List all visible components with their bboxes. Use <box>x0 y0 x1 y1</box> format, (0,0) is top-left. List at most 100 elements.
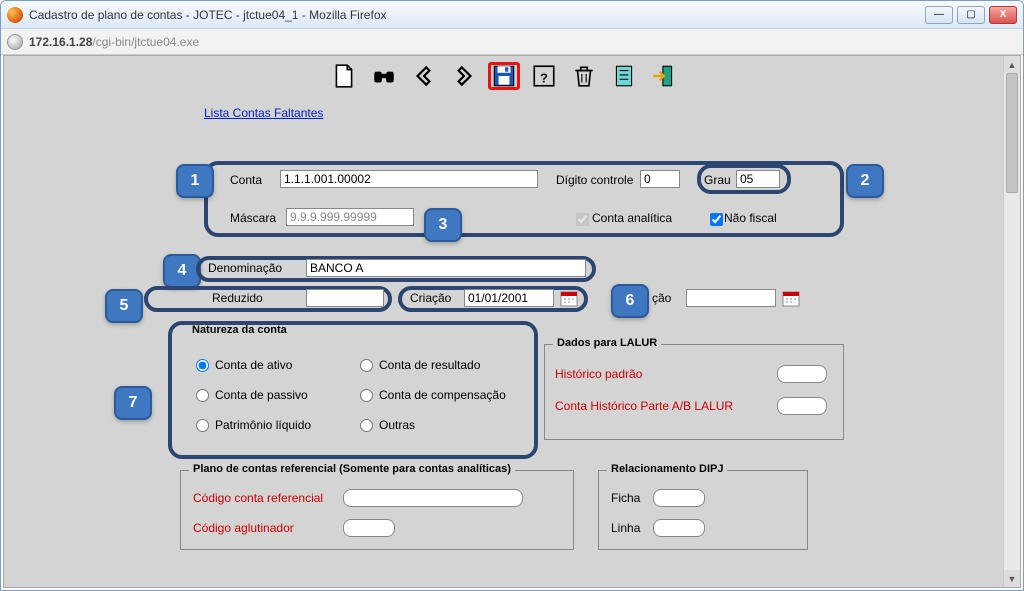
historico-padrao-input[interactable] <box>777 365 827 383</box>
grau-label: Grau <box>704 173 731 187</box>
delete-button[interactable] <box>568 62 600 90</box>
codigo-aglut-label: Código aglutinador <box>193 521 294 535</box>
plano-ref-group: Plano de contas referencial (Somente par… <box>180 470 574 550</box>
radio-patrimonio[interactable]: Patrimônio líquido <box>196 418 311 432</box>
lista-contas-link-row: Lista Contas Faltantes <box>204 106 1003 120</box>
vertical-scrollbar[interactable]: ▲ ▼ <box>1003 56 1020 587</box>
scroll-up-icon[interactable]: ▲ <box>1004 56 1020 73</box>
globe-icon <box>7 34 23 50</box>
radio-passivo-label: Conta de passivo <box>215 388 308 402</box>
next-button[interactable] <box>448 62 480 90</box>
new-button[interactable] <box>328 62 360 90</box>
prev-button[interactable] <box>408 62 440 90</box>
mascara-label: Máscara <box>230 211 276 225</box>
url-path: /cgi-bin/jtctue04.exe <box>92 35 199 49</box>
radio-outras-label: Outras <box>379 418 415 432</box>
binoculars-icon <box>370 63 398 89</box>
callout-3: 3 <box>424 208 462 242</box>
scroll-thumb[interactable] <box>1006 73 1018 193</box>
alteracao-label-truncated: ção <box>652 291 671 305</box>
conta-analitica-label: Conta analítica <box>592 211 672 225</box>
radio-outras[interactable]: Outras <box>360 418 415 432</box>
denominacao-input[interactable] <box>306 259 586 277</box>
scroll-down-icon[interactable]: ▼ <box>1004 570 1020 587</box>
reduzido-input[interactable] <box>306 289 384 307</box>
denominacao-label: Denominação <box>208 261 282 275</box>
svg-text:?: ? <box>540 71 548 86</box>
reduzido-label: Reduzido <box>212 291 263 305</box>
calendar-icon <box>560 289 578 307</box>
lista-contas-link[interactable]: Lista Contas Faltantes <box>204 106 323 120</box>
conta-analitica-checkbox <box>576 213 589 226</box>
callout-7: 7 <box>114 386 152 420</box>
callout-6: 6 <box>611 284 649 318</box>
ficha-label: Ficha <box>611 491 640 505</box>
plano-ref-legend: Plano de contas referencial (Somente par… <box>189 463 515 475</box>
conta-hist-lalur-label: Conta Histórico Parte A/B LALUR <box>555 399 733 413</box>
calendar-icon <box>782 289 800 307</box>
new-file-icon <box>330 63 358 89</box>
maximize-button[interactable]: ▢ <box>957 6 985 24</box>
save-floppy-icon <box>491 63 517 89</box>
lalur-legend: Dados para LALUR <box>553 337 661 349</box>
callout-2: 2 <box>846 164 884 198</box>
radio-passivo[interactable]: Conta de passivo <box>196 388 308 402</box>
notepad-icon <box>610 63 638 89</box>
app-toolbar: ? <box>4 56 1003 96</box>
conta-input[interactable] <box>280 170 538 188</box>
page-content: ? Lista Contas Faltantes 1 <box>4 56 1003 587</box>
callout-1: 1 <box>176 164 214 198</box>
nao-fiscal-label: Não fiscal <box>724 211 777 225</box>
dipj-group: Relacionamento DIPJ Ficha Linha <box>598 470 808 550</box>
exit-door-icon <box>650 63 678 89</box>
radio-patrimonio-label: Patrimônio líquido <box>215 418 311 432</box>
arrow-right-icon <box>450 63 478 89</box>
close-button[interactable]: X <box>989 6 1017 24</box>
grau-input[interactable] <box>736 170 780 188</box>
digito-controle-label: Dígito controle <box>556 173 633 187</box>
linha-label: Linha <box>611 521 640 535</box>
criacao-label: Criação <box>410 291 451 305</box>
minimize-button[interactable]: — <box>925 6 953 24</box>
conta-label: Conta <box>230 173 262 187</box>
dipj-legend: Relacionamento DIPJ <box>607 463 727 475</box>
callout-5: 5 <box>105 289 143 323</box>
window-title: Cadastro de plano de contas - JOTEC - jt… <box>29 8 917 22</box>
criacao-calendar-button[interactable] <box>560 289 578 307</box>
radio-resultado[interactable]: Conta de resultado <box>360 358 480 372</box>
conta-hist-lalur-input[interactable] <box>777 397 827 415</box>
trash-icon <box>570 63 598 89</box>
codigo-ref-input[interactable] <box>343 489 523 507</box>
save-button[interactable] <box>488 62 520 90</box>
help-button[interactable]: ? <box>528 62 560 90</box>
titlebar: Cadastro de plano de contas - JOTEC - jt… <box>1 1 1023 29</box>
radio-compensacao-label: Conta de compensação <box>379 388 506 402</box>
criacao-input[interactable] <box>464 289 554 307</box>
ficha-input[interactable] <box>653 489 705 507</box>
question-icon: ? <box>530 63 558 89</box>
natureza-group: Natureza da conta Conta de ativo Conta d… <box>180 332 530 448</box>
codigo-ref-label: Código conta referencial <box>193 491 323 505</box>
codigo-aglut-input[interactable] <box>343 519 395 537</box>
historico-padrao-label: Histórico padrão <box>555 367 642 381</box>
alteracao-calendar-button[interactable] <box>782 289 800 307</box>
natureza-legend: Natureza da conta <box>188 324 291 336</box>
firefox-icon <box>7 7 23 23</box>
nao-fiscal-checkbox[interactable] <box>710 213 723 226</box>
notes-button[interactable] <box>608 62 640 90</box>
alteracao-input[interactable] <box>686 289 776 307</box>
search-button[interactable] <box>368 62 400 90</box>
exit-button[interactable] <box>648 62 680 90</box>
lalur-group: Dados para LALUR Histórico padrão Conta … <box>544 344 844 440</box>
address-bar: 172.16.1.28/cgi-bin/jtctue04.exe <box>1 29 1023 55</box>
page-viewport: ▲ ▼ <box>3 55 1021 588</box>
radio-resultado-label: Conta de resultado <box>379 358 480 372</box>
arrow-left-icon <box>410 63 438 89</box>
linha-input[interactable] <box>653 519 705 537</box>
mascara-input <box>286 208 414 226</box>
radio-ativo[interactable]: Conta de ativo <box>196 358 292 372</box>
url-host: 172.16.1.28 <box>29 35 92 49</box>
radio-compensacao[interactable]: Conta de compensação <box>360 388 506 402</box>
window-buttons: — ▢ X <box>925 6 1017 24</box>
digito-controle-input[interactable] <box>640 170 680 188</box>
